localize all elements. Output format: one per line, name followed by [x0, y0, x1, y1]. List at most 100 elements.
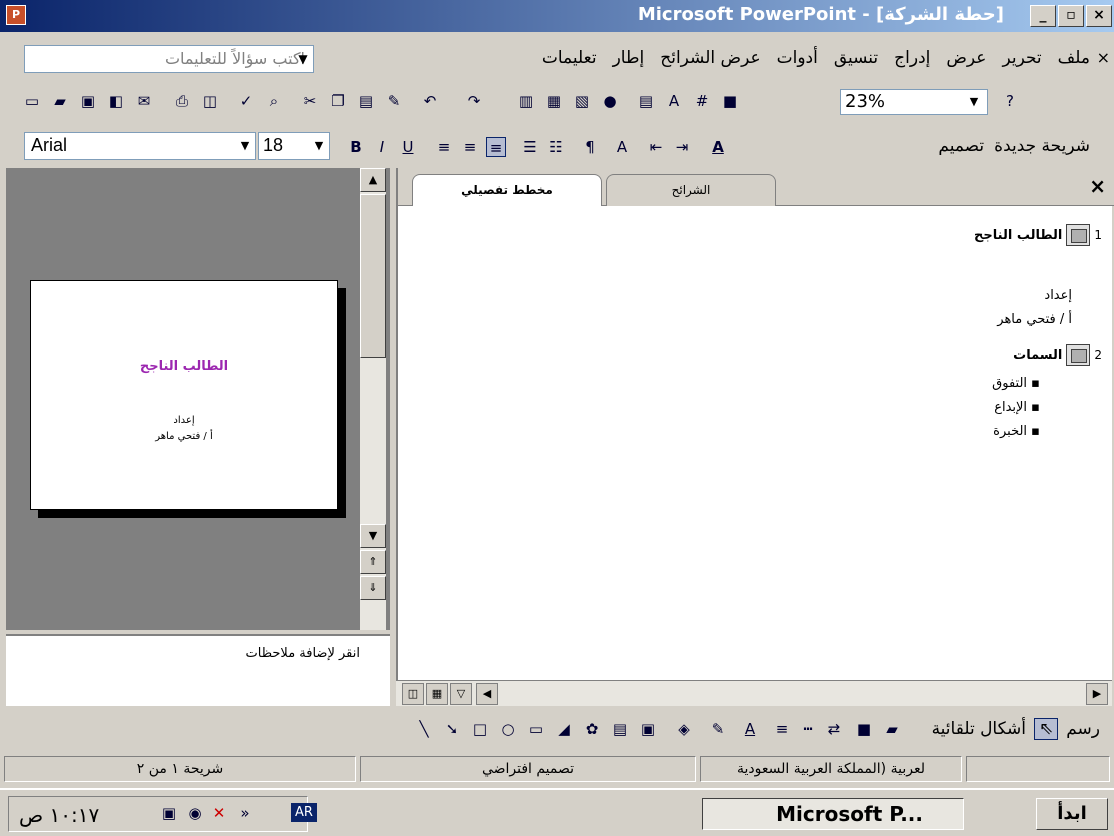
minimize-button[interactable]: _ — [1030, 5, 1056, 27]
copy-icon[interactable]: ❐ — [328, 91, 348, 111]
bullets-icon[interactable]: ☷ — [546, 137, 566, 157]
text-direction-icon[interactable]: ¶ — [580, 137, 600, 157]
slide-sorter-icon[interactable]: ▦ — [426, 683, 448, 705]
new-slide-button[interactable]: شريحة جديدة — [994, 136, 1090, 156]
outline-text-line[interactable]: إعداد — [1044, 288, 1072, 303]
disconnected-icon[interactable]: ✕ — [209, 803, 229, 823]
email-icon[interactable]: ✉ — [134, 91, 154, 111]
slideshow-icon[interactable]: ▽ — [450, 683, 472, 705]
increase-indent-icon[interactable]: ⇥ — [672, 137, 692, 157]
underline-icon[interactable]: U — [398, 137, 418, 157]
notes-pane[interactable]: انقر لإضافة ملاحظات — [6, 634, 390, 706]
hyperlink-icon[interactable]: ● — [600, 91, 620, 111]
oval-icon[interactable]: ○ — [498, 719, 518, 739]
format-painter-icon[interactable]: ✎ — [384, 91, 404, 111]
chevron-double-icon[interactable]: » — [235, 803, 255, 823]
vertical-scrollbar[interactable]: ▲ ▼ ⇑ ⇓ — [360, 168, 386, 630]
normal-view-icon[interactable]: ◫ — [402, 683, 424, 705]
3d-icon[interactable]: ▰ — [882, 719, 902, 739]
print-icon[interactable]: ⎙ — [172, 91, 192, 111]
taskbar-app-button[interactable]: Microsoft P... — [702, 798, 964, 830]
table-icon[interactable]: ▦ — [544, 91, 564, 111]
help-search-input[interactable]: اكتب سؤالاً للتعليمات — [24, 45, 314, 73]
grid-icon[interactable]: # — [692, 91, 712, 111]
chart-icon[interactable]: ▥ — [516, 91, 536, 111]
outline-slide-2[interactable]: 2 السمات — [1013, 344, 1102, 366]
italic-icon[interactable]: I — [372, 137, 392, 157]
outline-bullet[interactable]: ▪ التفوق — [992, 376, 1040, 391]
tables-borders-icon[interactable]: ▧ — [572, 91, 592, 111]
next-slide-icon[interactable]: ⇓ — [360, 576, 386, 600]
show-formatting-icon[interactable]: A — [664, 91, 684, 111]
rectangle-icon[interactable]: □ — [470, 719, 490, 739]
menu-window[interactable]: إطار — [613, 48, 645, 68]
font-select[interactable]: Arial — [24, 132, 256, 160]
menu-format[interactable]: تنسيق — [834, 48, 878, 68]
clip-art-icon[interactable]: ▤ — [610, 719, 630, 739]
slide-preview[interactable]: الطالب الناجح إعداد أ / فتحي ماهر — [30, 280, 338, 510]
close-button[interactable]: × — [1086, 5, 1112, 27]
shadow-icon[interactable]: ■ — [854, 719, 874, 739]
print-preview-icon[interactable]: ◫ — [200, 91, 220, 111]
arrow-icon[interactable]: ➘ — [442, 719, 462, 739]
line-color-icon[interactable]: ✎ — [708, 719, 728, 739]
document-close-icon[interactable]: × — [1097, 48, 1110, 67]
scrollbar-thumb[interactable] — [360, 194, 386, 358]
undo-icon[interactable]: ↶ — [420, 91, 440, 111]
outline-text-line[interactable]: أ / فتحي ماهر — [997, 312, 1072, 327]
numbering-icon[interactable]: ☰ — [520, 137, 540, 157]
scroll-right-icon[interactable]: ▶ — [1086, 683, 1108, 705]
open-folder-icon[interactable]: ▰ — [50, 91, 70, 111]
tab-slides[interactable]: الشرائح — [606, 174, 776, 206]
new-file-icon[interactable]: ▭ — [22, 91, 42, 111]
menu-slideshow[interactable]: عرض الشرائح — [660, 48, 760, 68]
arrow-style-icon[interactable]: ⇄ — [824, 719, 844, 739]
center-icon[interactable]: ≡ — [460, 137, 480, 157]
menu-view[interactable]: عرض — [946, 48, 986, 68]
scroll-down-icon[interactable]: ▼ — [360, 524, 386, 548]
select-objects-icon[interactable]: ⇖ — [1033, 718, 1059, 740]
tab-outline[interactable]: مخطط تفصيلي — [412, 174, 602, 206]
chevron-down-icon[interactable]: ▼ — [293, 47, 313, 71]
save-icon[interactable]: ▣ — [78, 91, 98, 111]
diagram-icon[interactable]: ✿ — [582, 719, 602, 739]
cut-icon[interactable]: ✂ — [300, 91, 320, 111]
browser-icon[interactable]: ◉ — [185, 803, 205, 823]
design-button[interactable]: تصميم — [938, 136, 984, 156]
decrease-indent-icon[interactable]: ⇤ — [646, 137, 666, 157]
powerpoint-icon[interactable]: P — [6, 5, 26, 25]
menu-insert[interactable]: إدراج — [894, 48, 930, 68]
menu-file[interactable]: ملف — [1058, 48, 1090, 68]
menu-edit[interactable]: تحرير — [1002, 48, 1041, 68]
network-icon[interactable]: ▣ — [159, 803, 179, 823]
autoshapes-button[interactable]: أشكال تلقائية — [932, 719, 1026, 739]
bold-icon[interactable]: B — [346, 137, 366, 157]
outline-bullet[interactable]: ▪ الخبرة — [993, 424, 1040, 439]
line-style-icon[interactable]: ≡ — [772, 719, 792, 739]
wordart-icon[interactable]: ◢ — [554, 719, 574, 739]
language-indicator[interactable]: AR — [291, 803, 317, 822]
help-icon[interactable]: ? — [1000, 91, 1020, 111]
textbox-icon[interactable]: ▭ — [526, 719, 546, 739]
scroll-up-icon[interactable]: ▲ — [360, 168, 386, 192]
color-grayscale-icon[interactable]: ■ — [720, 91, 740, 111]
align-left-icon[interactable]: ≡ — [434, 137, 454, 157]
research-icon[interactable]: ⌕ — [264, 91, 284, 111]
draw-menu-button[interactable]: رسم — [1066, 719, 1100, 739]
previous-slide-icon[interactable]: ⇑ — [360, 550, 386, 574]
scroll-left-icon[interactable]: ◀ — [476, 683, 498, 705]
expand-all-icon[interactable]: ▤ — [636, 91, 656, 111]
start-button[interactable]: ابدأ — [1036, 798, 1108, 830]
permission-icon[interactable]: ◧ — [106, 91, 126, 111]
font-color-icon[interactable]: A — [740, 719, 760, 739]
increase-font-icon[interactable]: A — [612, 137, 632, 157]
align-right-icon[interactable]: ≡ — [486, 137, 506, 157]
font-color-icon[interactable]: A — [708, 137, 728, 157]
spelling-icon[interactable]: ✓ — [236, 91, 256, 111]
dash-style-icon[interactable]: ┅ — [798, 719, 818, 739]
paste-icon[interactable]: ▤ — [356, 91, 376, 111]
menu-help[interactable]: تعليمات — [542, 48, 597, 68]
outline-bullet[interactable]: ▪ الإبداع — [994, 400, 1040, 415]
menu-tools[interactable]: أدوات — [777, 48, 818, 68]
chevron-down-icon[interactable]: ▼ — [308, 134, 330, 158]
